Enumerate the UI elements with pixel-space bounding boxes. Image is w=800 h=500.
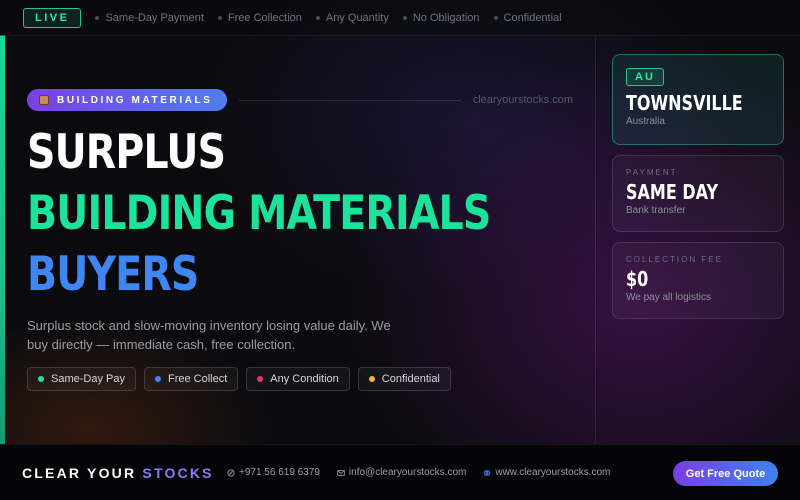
get-free-quote-button[interactable]: Get Free Quote — [673, 461, 778, 486]
bullet-icon — [402, 15, 407, 20]
ticker-item: Same-Day Payment — [95, 11, 204, 24]
category-tag: BUILDING MATERIALS — [27, 89, 227, 111]
feature-chip: Same-Day Pay — [27, 367, 136, 391]
category-tag-label: BUILDING MATERIALS — [57, 94, 213, 106]
phone-link[interactable]: +971 56 619 6379 — [227, 467, 320, 478]
feature-chip-label: Confidential — [381, 373, 440, 385]
fee-label: COLLECTION FEE — [626, 255, 723, 264]
domain-text: clearyourstocks.com — [472, 94, 573, 106]
ticker-item-label: Free Collection — [227, 11, 302, 24]
left-accent-bar — [0, 35, 5, 445]
payment-card: PAYMENT SAME DAY Bank transfer — [612, 155, 784, 232]
fee-subtitle: We pay all logistics — [626, 292, 711, 303]
ticker-item: Free Collection — [217, 11, 302, 24]
contact-list: +971 56 619 6379 info@clearyourstocks.co… — [227, 467, 610, 478]
hero-description: Surplus stock and slow-moving inventory … — [27, 318, 391, 352]
website-link[interactable]: www.clearyourstocks.com — [483, 467, 610, 478]
bullet-icon — [493, 15, 498, 20]
feature-chip: Free Collect — [143, 367, 239, 391]
feature-chips: Same-Day Pay Free Collect Any Condition … — [27, 367, 451, 391]
ticker: Same-Day Payment Free Collection Any Qua… — [95, 11, 562, 24]
email-text: info@clearyourstocks.com — [348, 467, 467, 478]
bullet-icon — [217, 15, 222, 20]
location-card: AU TOWNSVILLE Australia — [612, 54, 784, 145]
ticker-item: Any Quantity — [315, 11, 389, 24]
phone-text: +971 56 619 6379 — [239, 467, 320, 478]
bricks-icon — [39, 95, 49, 105]
ticker-item-label: Confidential — [503, 11, 562, 24]
feature-chip-label: Free Collect — [167, 373, 228, 385]
headline: SURPLUS BUILDING MATERIALS BUYERS — [27, 122, 579, 305]
ticker-item-label: Same-Day Payment — [105, 11, 204, 24]
headline-line-2: BUILDING MATERIALS — [27, 186, 491, 241]
brand-part-1: CLEAR YOUR — [22, 464, 137, 481]
top-bar: LIVE Same-Day Payment Free Collection An… — [0, 0, 800, 36]
column-divider — [595, 36, 596, 444]
live-badge: LIVE — [23, 7, 82, 28]
feature-chip-label: Any Condition — [270, 373, 339, 385]
bullet-icon — [315, 15, 320, 20]
headline-line-1: SURPLUS — [27, 125, 226, 180]
brand-logo: CLEAR YOUR STOCKS — [22, 465, 214, 481]
fee-title: $0 — [626, 267, 649, 291]
feature-chip: Confidential — [357, 367, 451, 391]
footer: CLEAR YOUR STOCKS +971 56 619 6379 info@… — [0, 444, 800, 500]
headline-line-3: BUYERS — [27, 247, 199, 302]
dot-icon — [368, 376, 375, 382]
dot-icon — [257, 376, 264, 382]
website-text: www.clearyourstocks.com — [495, 467, 611, 478]
payment-label: PAYMENT — [626, 168, 678, 177]
feature-chip-label: Same-Day Pay — [51, 373, 125, 385]
payment-subtitle: Bank transfer — [626, 205, 686, 216]
location-title: TOWNSVILLE — [626, 91, 743, 115]
ticker-item-label: No Obligation — [412, 11, 480, 24]
dot-icon — [154, 376, 161, 382]
ticker-item: Confidential — [493, 11, 562, 24]
dot-icon — [38, 376, 44, 382]
divider — [238, 99, 461, 101]
location-subtitle: Australia — [626, 116, 665, 127]
bullet-icon — [95, 15, 100, 20]
collection-fee-card: COLLECTION FEE $0 We pay all logistics — [612, 242, 784, 319]
payment-title: SAME DAY — [626, 180, 719, 204]
phone-icon — [227, 468, 235, 477]
country-badge: AU — [626, 68, 664, 86]
email-link[interactable]: info@clearyourstocks.com — [337, 467, 466, 478]
category-row: BUILDING MATERIALS clearyourstocks.com — [27, 89, 573, 111]
mail-icon — [337, 469, 345, 476]
ticker-item: No Obligation — [402, 11, 480, 24]
ticker-item-label: Any Quantity — [325, 11, 389, 24]
brand-part-2: STOCKS — [142, 464, 214, 481]
globe-icon — [484, 469, 491, 476]
feature-chip: Any Condition — [246, 367, 350, 391]
